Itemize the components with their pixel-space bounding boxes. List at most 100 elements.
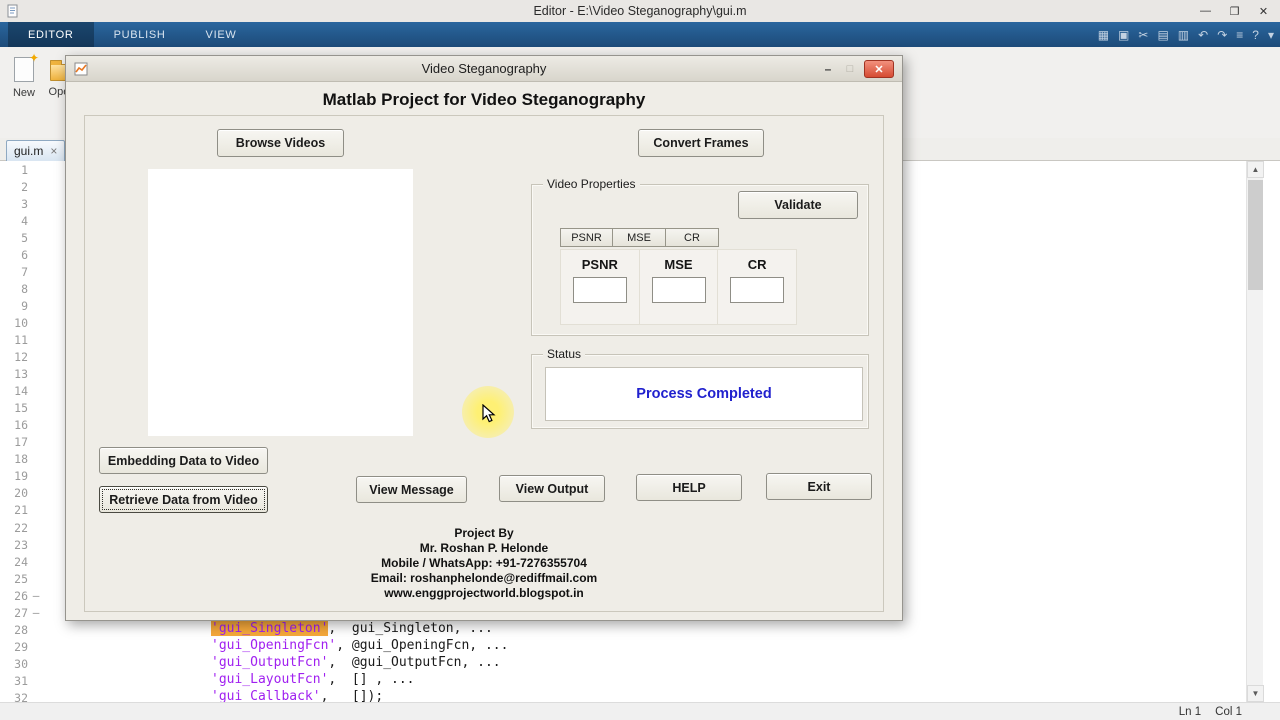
new-script-icon — [14, 51, 39, 82]
line-number: 17 — [14, 435, 28, 450]
window-close-button[interactable]: ✕ — [1249, 0, 1278, 22]
save-icon[interactable]: ▣ — [1118, 29, 1129, 41]
line-number: 23 — [14, 537, 28, 552]
status-panel: Status Process Completed — [531, 347, 869, 429]
ribbon-tab-editor[interactable]: EDITOR — [8, 22, 94, 47]
code-fold-icon[interactable]: – — [28, 589, 44, 602]
embedding-data-button[interactable]: Embedding Data to Video — [99, 447, 268, 474]
metric-label: CR — [747, 257, 767, 272]
line-indicator: Ln 1 — [1178, 705, 1202, 718]
ribbon-tabs: EDITOR PUBLISH VIEW — [8, 22, 1280, 47]
status-message: Process Completed — [636, 386, 772, 402]
line-number: 28 — [14, 622, 28, 637]
view-message-button[interactable]: View Message — [356, 476, 467, 503]
line-number: 21 — [14, 503, 28, 518]
line-number: 2 — [21, 179, 28, 194]
code-line: 'gui_Singleton', gui_Singleton, ... — [211, 621, 493, 636]
copy-icon[interactable]: ▤ — [1157, 29, 1168, 41]
dialog-minimize-button[interactable]: – — [820, 62, 836, 76]
undo-icon[interactable]: ↶ — [1198, 29, 1208, 41]
line-number: 8 — [21, 281, 28, 296]
dialog-close-button[interactable]: ✕ — [864, 60, 894, 78]
dialog-titlebar[interactable]: Video Steganography – □ ✕ — [66, 56, 902, 82]
browse-videos-button[interactable]: Browse Videos — [217, 129, 344, 157]
editor-statusbar: Ln 1 Col 1 — [0, 702, 1280, 720]
video-properties-label: Video Properties — [543, 177, 640, 191]
line-number: 27– — [0, 604, 46, 621]
new-script-button[interactable]: New — [6, 51, 42, 99]
mouse-cursor-icon — [482, 404, 496, 423]
retrieve-data-button[interactable]: Retrieve Data from Video — [99, 486, 268, 513]
line-number: 13 — [14, 367, 28, 382]
code-line: 'gui_OpeningFcn', @gui_OpeningFcn, ... — [211, 638, 509, 654]
scroll-down-icon[interactable]: ▼ — [1247, 685, 1264, 702]
line-number: 9 — [21, 298, 28, 313]
file-tab-gui-m[interactable]: gui.m × — [6, 140, 66, 161]
ribbon-tab-view[interactable]: VIEW — [186, 22, 257, 47]
help-button[interactable]: HELP — [636, 474, 742, 501]
line-number: 10 — [14, 315, 28, 330]
status-label: Status — [543, 347, 586, 361]
cr-field[interactable] — [730, 277, 785, 303]
metric-tab-cr[interactable]: CR — [666, 228, 719, 247]
metric-tab-psnr[interactable]: PSNR — [560, 228, 613, 247]
new-label: New — [12, 87, 35, 99]
window-title: Editor - E:\Video Steganography\gui.m — [533, 4, 747, 18]
window-titlebar[interactable]: Editor - E:\Video Steganography\gui.m — … — [0, 0, 1280, 22]
cut-icon[interactable]: ✂ — [1138, 29, 1148, 41]
code-fold-icon[interactable]: – — [28, 606, 44, 619]
line-number: 15 — [14, 401, 28, 416]
convert-frames-button[interactable]: Convert Frames — [638, 129, 764, 157]
window-maximize-button[interactable]: ❐ — [1220, 0, 1249, 22]
help-icon[interactable]: ? — [1252, 29, 1259, 41]
print-icon[interactable]: ≡ — [1236, 29, 1243, 41]
footer-line: Project By — [454, 526, 514, 540]
screen: Editor - E:\Video Steganography\gui.m — … — [0, 0, 1280, 720]
video-preview-area — [148, 169, 413, 436]
status-message-box: Process Completed — [545, 367, 863, 421]
code-area: 'gui_Singleton', gui_Singleton, ... 'gui_… — [211, 620, 508, 705]
code-line: 'gui_OutputFcn', @gui_OutputFcn, ... — [211, 655, 501, 671]
line-number: 12 — [14, 350, 28, 365]
dialog-heading: Matlab Project for Video Steganography — [322, 90, 646, 109]
metric-tab-mse[interactable]: MSE — [613, 228, 666, 247]
quick-access-toolbar: ▦ ▣ ✂ ▤ ▥ ↶ ↷ ≡? ▾ — [1098, 22, 1274, 47]
line-number: 26– — [0, 587, 46, 604]
video-steganography-dialog: Video Steganography – □ ✕ Matlab Project… — [65, 55, 903, 621]
footer-line: Mobile / WhatsApp: +91-7276355704 — [381, 556, 587, 570]
window-minimize-button[interactable]: — — [1191, 0, 1220, 22]
line-number: 18 — [14, 452, 28, 467]
scroll-up-icon[interactable]: ▲ — [1247, 161, 1264, 178]
dialog-title: Video Steganography — [421, 61, 547, 76]
footer-line: Email: roshanphelonde@rediffmail.com — [370, 571, 598, 585]
metric-cell-psnr: PSNR — [561, 250, 640, 324]
scrollbar-thumb[interactable] — [1248, 180, 1263, 290]
layout-grid-icon[interactable]: ▦ — [1098, 29, 1109, 41]
line-number: 4 — [21, 213, 28, 228]
line-number: 25 — [14, 571, 28, 586]
line-number: 22 — [14, 520, 28, 535]
mse-field[interactable] — [651, 277, 706, 303]
video-properties-panel: Video Properties Validate PSNR MSE CR PSNR… — [531, 177, 869, 336]
view-output-button[interactable]: View Output — [499, 475, 605, 502]
line-number: 30 — [14, 656, 28, 671]
psnr-field[interactable] — [572, 277, 627, 303]
metric-value-table: PSNR MSE CR — [560, 249, 797, 325]
code-line: 'gui_LayoutFcn', [] , ... — [211, 672, 415, 688]
chevron-down-icon[interactable]: ▾ — [1268, 29, 1274, 41]
paste-icon[interactable]: ▥ — [1178, 29, 1189, 41]
ribbon-tab-publish[interactable]: PUBLISH — [94, 22, 186, 47]
vertical-scrollbar[interactable]: ▲ ▼ — [1246, 161, 1264, 702]
metric-label: MSE — [664, 257, 693, 272]
validate-button[interactable]: Validate — [738, 191, 858, 219]
exit-button[interactable]: Exit — [766, 473, 872, 500]
line-number: 5 — [21, 230, 28, 245]
dialog-maximize-button[interactable]: □ — [842, 63, 858, 75]
line-number: 29 — [14, 639, 28, 654]
file-tab-label: gui.m — [14, 144, 44, 158]
close-tab-icon[interactable]: × — [50, 144, 57, 158]
metric-label: PSNR — [581, 257, 618, 272]
redo-icon[interactable]: ↷ — [1217, 29, 1227, 41]
line-number-gutter: 1 2 3 4 5 6 7 8 9 10 11 12 13 14 15 16 17 18 19 20 21 22 23 24 2… — [0, 161, 46, 707]
column-indicator: Col 1 — [1215, 705, 1242, 718]
